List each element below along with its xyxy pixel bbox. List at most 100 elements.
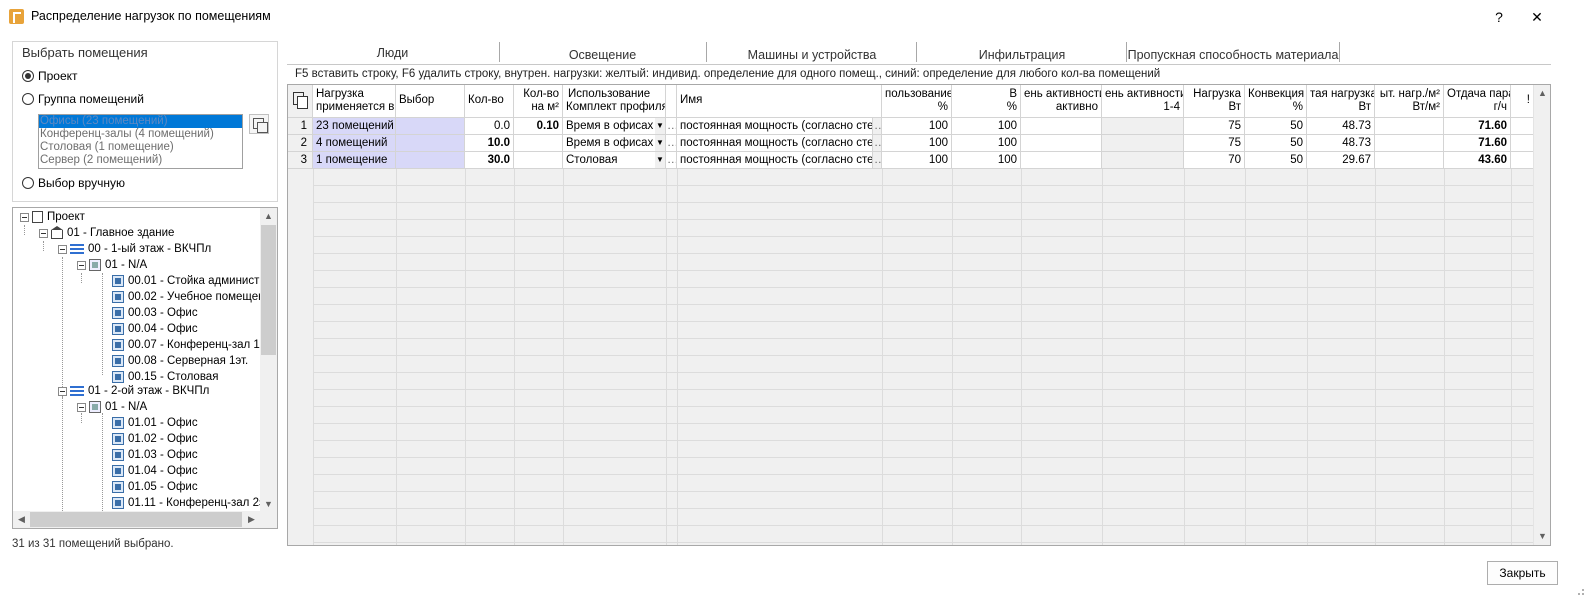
col-header-convection[interactable]: Конвекция% (1245, 85, 1307, 118)
tree-item-room[interactable]: 01.02 - Офис (112, 431, 198, 447)
room-group-list[interactable]: Офисы (23 помещений) Конференц-залы (4 п… (38, 114, 243, 169)
room-icon (112, 481, 124, 493)
tab-material-throughput[interactable]: Пропускная способность материала (1127, 44, 1339, 66)
list-item[interactable]: Сервер (2 помещений) (39, 154, 242, 167)
loads-grid[interactable]: Нагрузка применяется в Выбор Кол-во Кол-в… (287, 84, 1551, 546)
tree-item-floor2[interactable]: 01 - 2-ой этаж - ВКЧПл (58, 383, 209, 399)
radio-project-indicator[interactable] (22, 70, 34, 82)
col-header-sensible-load[interactable]: тая нагрузка Вт (1307, 85, 1375, 118)
tree-item-room[interactable]: 00.02 - Учебное помещен (112, 289, 265, 305)
tree-item-room[interactable]: 00.04 - Офис (112, 321, 198, 337)
tree-item-room[interactable]: 01.05 - Офис (112, 479, 198, 495)
grid-column-line (1245, 169, 1246, 545)
scroll-thumb[interactable] (261, 225, 276, 355)
col-header-name[interactable]: Имя (677, 85, 882, 118)
scroll-right-icon[interactable]: ▶ (243, 511, 260, 528)
tree-item-room[interactable]: 00.07 - Конференц-зал 1э (112, 337, 266, 353)
radio-group-indicator[interactable] (22, 93, 34, 105)
tree-label: 00.08 - Серверная 1эт. (128, 355, 249, 367)
project-tree[interactable]: Проект 01 - Главное здание 00 - 1-ый эта… (12, 207, 278, 529)
col-header-usage[interactable]: Использование Комплект профиля (563, 85, 666, 118)
tree-item-room[interactable]: 01.04 - Офис (112, 463, 198, 479)
collapse-icon[interactable] (20, 212, 29, 222)
more-icon[interactable]: … (666, 118, 677, 135)
tree-item-room[interactable]: 00.01 - Стойка администр (112, 273, 266, 289)
tab-machines[interactable]: Машины и устройства (707, 44, 917, 66)
tab-people[interactable]: Люди (290, 42, 495, 64)
more-icon[interactable]: … (873, 152, 882, 169)
empty-grid-row (313, 543, 1534, 545)
tree-label: 01.03 - Офис (128, 449, 198, 461)
more-icon[interactable]: … (873, 118, 882, 135)
scroll-up-icon[interactable]: ▲ (1534, 85, 1550, 102)
col-header-choice[interactable]: Выбор (396, 85, 465, 118)
tree-item-room[interactable]: 00.08 - Серверная 1эт. (112, 353, 248, 369)
dropdown-icon[interactable]: ▼ (655, 135, 666, 152)
radio-manual[interactable]: Выбор вручную (22, 175, 125, 191)
tree-label: 00.04 - Офис (128, 323, 198, 335)
grid-column-line (1444, 169, 1445, 545)
col-header-per-m2[interactable]: Кол-во на м² (514, 85, 563, 118)
copy-table-icon[interactable] (293, 92, 308, 109)
list-item[interactable]: Столовая (1 помещение) (39, 141, 242, 154)
tree-item-room[interactable]: 00.03 - Офис (112, 305, 198, 321)
radio-manual-label: Выбор вручную (38, 176, 125, 190)
tree-vertical-scrollbar[interactable]: ▲ ▼ (260, 208, 277, 513)
grid-corner[interactable] (288, 85, 313, 118)
more-icon[interactable]: … (666, 135, 677, 152)
col-header-warning[interactable]: ! (1511, 85, 1534, 118)
col-header-count[interactable]: Кол-во (465, 85, 514, 118)
scroll-left-icon[interactable]: ◀ (13, 511, 30, 528)
tree-item-room[interactable]: 01.03 - Офис (112, 447, 198, 463)
table-row[interactable]: 2 4 помещений 10.0 Время в офисах ▼ … по… (288, 135, 1534, 152)
col-header-use-pct[interactable]: пользование% (882, 85, 952, 118)
col-header-vapor[interactable]: Отдача пара г/ч (1444, 85, 1511, 118)
list-item[interactable]: Офисы (23 помещений) (39, 115, 242, 128)
more-icon[interactable]: … (873, 135, 882, 152)
tree-item-floor1[interactable]: 00 - 1-ый этаж - ВКЧПл (58, 241, 211, 257)
radio-manual-indicator[interactable] (22, 177, 34, 189)
table-row[interactable]: 1 23 помещений 0.0 0.10 Время в офисах ▼… (288, 118, 1534, 135)
col-header-applies[interactable]: Нагрузка применяется в (313, 85, 396, 118)
collapse-icon[interactable] (77, 402, 86, 412)
grid-column-line (666, 169, 667, 545)
tree-item-building[interactable]: 01 - Главное здание (39, 225, 174, 241)
grid-vertical-scrollbar[interactable]: ▲ ▼ (1533, 85, 1550, 545)
tree-label: Проект (47, 211, 85, 223)
grid-column-line (677, 169, 678, 545)
close-button[interactable]: Закрыть (1487, 561, 1558, 585)
radio-group[interactable]: Группа помещений (22, 91, 144, 107)
scroll-up-icon[interactable]: ▲ (260, 208, 277, 225)
tree-item-room[interactable]: 01.11 - Конференц-зал 2э (112, 495, 265, 511)
collapse-icon[interactable] (77, 260, 86, 270)
more-icon[interactable]: … (666, 152, 677, 169)
selection-status: 31 из 31 помещений выбрано. (12, 538, 174, 550)
resize-grip-icon[interactable] (1575, 586, 1585, 596)
tree-horizontal-scrollbar[interactable]: ◀ ▶ (13, 511, 277, 528)
tree-item-zone2[interactable]: 01 - N/A (77, 399, 147, 415)
tree-item-project[interactable]: Проект (20, 209, 85, 225)
tree-item-room[interactable]: 01.01 - Офис (112, 415, 198, 431)
collapse-icon[interactable] (39, 228, 48, 238)
scroll-thumb[interactable] (30, 512, 242, 527)
col-header-day-active[interactable]: ень активности активно (1021, 85, 1102, 118)
tree-item-zone1[interactable]: 01 - N/A (77, 257, 147, 273)
collapse-icon[interactable] (58, 386, 67, 396)
close-window-button[interactable]: ✕ (1514, 4, 1560, 30)
dropdown-icon[interactable]: ▼ (655, 118, 666, 135)
col-header-specific-load[interactable]: ыт. нагр./м² Вт/м² (1375, 85, 1444, 118)
dropdown-icon[interactable]: ▼ (655, 152, 666, 169)
table-row[interactable]: 3 1 помещение 30.0 Столовая ▼ … постоянн… (288, 152, 1534, 169)
copy-groups-icon[interactable] (249, 114, 269, 134)
scroll-down-icon[interactable]: ▼ (1534, 528, 1550, 545)
col-header-load[interactable]: Нагрузка Вт (1184, 85, 1245, 118)
col-header-b-pct[interactable]: В% (952, 85, 1021, 118)
list-item[interactable]: Конференц-залы (4 помещений) (39, 128, 242, 141)
collapse-icon[interactable] (58, 244, 67, 254)
tab-infiltration[interactable]: Инфильтрация (917, 44, 1127, 66)
col-header-day-active-2[interactable]: ень активности 1-4 (1102, 85, 1184, 118)
tree-label: 00 - 1-ый этаж - ВКЧПл (88, 243, 212, 255)
tab-lighting[interactable]: Освещение (500, 44, 705, 66)
empty-grid-row (313, 492, 1534, 509)
radio-project[interactable]: Проект (22, 68, 78, 84)
